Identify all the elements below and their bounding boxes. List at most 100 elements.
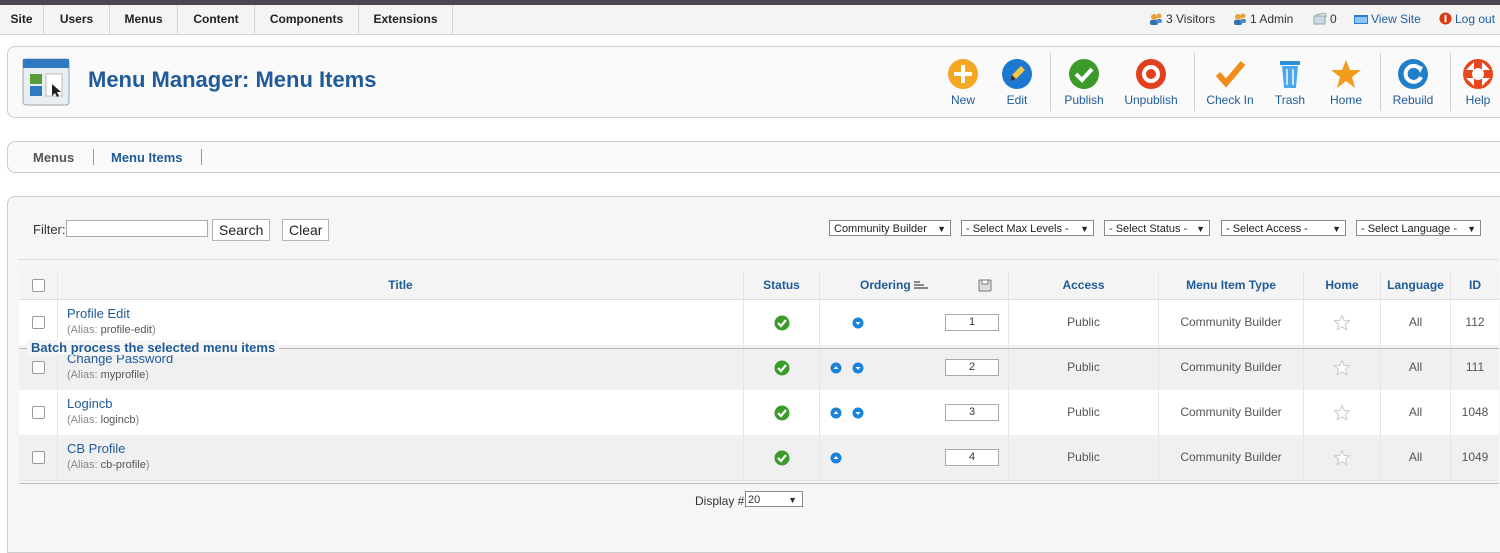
trash-icon: [1280, 61, 1300, 88]
logout-icon: [1439, 12, 1452, 25]
checkin-button[interactable]: Check In: [1204, 57, 1256, 109]
item-alias: (Alias: logincb): [67, 414, 140, 426]
tab-divider: [201, 149, 202, 165]
home-button[interactable]: Home: [1326, 57, 1366, 109]
published-icon[interactable]: [774, 315, 790, 331]
new-button[interactable]: New: [942, 57, 984, 109]
menu-extensions[interactable]: Extensions: [359, 5, 453, 34]
item-title-link[interactable]: Profile Edit: [67, 306, 743, 321]
checkmark-icon: [1215, 61, 1246, 88]
menu-components[interactable]: Components: [255, 5, 359, 34]
col-access[interactable]: Access: [1009, 271, 1159, 299]
star-icon: [1331, 60, 1361, 88]
page-title: Menu Manager: Menu Items: [88, 67, 377, 92]
toolbar-divider: [1194, 53, 1195, 111]
menu-content[interactable]: Content: [178, 5, 255, 34]
menu-menus[interactable]: Menus: [110, 5, 178, 34]
display-limit-select[interactable]: 20 ▼: [745, 491, 803, 507]
status-area: 3 Visitors 1 Admin 0 View Site Log out: [1140, 5, 1500, 34]
logout-link[interactable]: Log out: [1439, 5, 1495, 34]
dropdown-arrow-icon: ▼: [1332, 224, 1341, 234]
batch-fieldset: Batch process the selected menu items: [19, 340, 1499, 369]
tab-divider: [93, 149, 94, 165]
clear-button[interactable]: Clear: [282, 219, 330, 241]
table-header: Title Status Ordering Access Menu Item T…: [19, 271, 1499, 300]
col-language[interactable]: Language: [1381, 271, 1451, 299]
save-order-icon[interactable]: [978, 279, 992, 292]
menu-site[interactable]: Site: [0, 5, 44, 34]
col-id[interactable]: ID: [1451, 271, 1499, 299]
col-home[interactable]: Home: [1304, 271, 1381, 299]
filter-search-input[interactable]: [66, 220, 208, 237]
dropdown-arrow-icon: ▼: [1467, 224, 1476, 234]
menu-users[interactable]: Users: [44, 5, 110, 34]
submenu-tabs: Menus Menu Items: [7, 141, 1500, 173]
visitors-icon: [1150, 13, 1162, 25]
tab-menu-items[interactable]: Menu Items: [111, 150, 183, 165]
item-access: Public: [1009, 390, 1159, 435]
col-menu-item-type[interactable]: Menu Item Type: [1159, 271, 1304, 299]
help-button[interactable]: Help: [1458, 57, 1498, 109]
table-row: Logincb (Alias: logincb) 3 Public Commun…: [19, 390, 1499, 436]
item-title-link[interactable]: Logincb: [67, 396, 743, 411]
view-site-link[interactable]: View Site: [1354, 5, 1421, 34]
publish-button[interactable]: Publish: [1061, 57, 1107, 109]
published-icon[interactable]: [774, 450, 790, 466]
display-label: Display #: [695, 494, 745, 508]
col-ordering[interactable]: Ordering: [820, 271, 1009, 299]
pagination: Display # 20 ▼: [19, 483, 1499, 518]
move-up-icon[interactable]: [830, 452, 842, 464]
published-icon[interactable]: [774, 405, 790, 421]
tab-menus[interactable]: Menus: [33, 150, 74, 165]
item-id: 1049: [1461, 450, 1489, 464]
view-site-icon: [1354, 15, 1368, 24]
refresh-icon: [1398, 59, 1428, 89]
item-id: 112: [1465, 315, 1485, 329]
unpublish-icon: [1136, 59, 1166, 89]
home-star-icon[interactable]: [1333, 449, 1351, 467]
lifebuoy-icon: [1463, 59, 1493, 89]
row-checkbox[interactable]: [31, 451, 45, 464]
order-input[interactable]: 3: [945, 404, 999, 421]
pencil-icon: [1002, 59, 1032, 89]
item-alias: (Alias: cb-profile): [67, 459, 150, 471]
menu-manager-icon: [22, 58, 70, 106]
menu-select[interactable]: Community Builder ▼: [829, 220, 951, 236]
access-select[interactable]: - Select Access - ▼: [1221, 220, 1346, 236]
col-title[interactable]: Title: [58, 271, 744, 299]
batch-legend: Batch process the selected menu items: [27, 340, 280, 355]
home-star-icon[interactable]: [1333, 404, 1351, 422]
rebuild-button[interactable]: Rebuild: [1388, 57, 1438, 109]
select-all-checkbox[interactable]: [31, 279, 45, 292]
dropdown-arrow-icon: ▼: [788, 495, 797, 505]
item-type: Community Builder: [1159, 300, 1304, 345]
move-up-icon[interactable]: [830, 407, 842, 419]
dropdown-arrow-icon: ▼: [937, 224, 946, 234]
trash-button[interactable]: Trash: [1270, 57, 1310, 109]
order-input[interactable]: 4: [945, 449, 999, 466]
row-checkbox[interactable]: [31, 406, 45, 419]
toolbar-divider: [1050, 53, 1051, 111]
filter-label: Filter:: [33, 222, 66, 237]
edit-button[interactable]: Edit: [996, 57, 1038, 109]
admin-menubar: Site Users Menus Content Components Exte…: [0, 5, 1500, 35]
toolbar-divider: [1450, 53, 1451, 111]
language-select[interactable]: - Select Language - ▼: [1356, 220, 1481, 236]
order-input[interactable]: 1: [945, 314, 999, 331]
col-status[interactable]: Status: [744, 271, 820, 299]
messages-status[interactable]: 0: [1313, 5, 1337, 34]
table-row: CB Profile (Alias: cb-profile) 4 Public …: [19, 435, 1499, 481]
admins-icon: [1234, 13, 1246, 25]
move-down-icon[interactable]: [852, 407, 864, 419]
search-button[interactable]: Search: [212, 219, 271, 241]
status-select[interactable]: - Select Status - ▼: [1104, 220, 1210, 236]
item-language: All: [1381, 300, 1451, 345]
max-levels-select[interactable]: - Select Max Levels - ▼: [961, 220, 1094, 236]
unpublish-button[interactable]: Unpublish: [1120, 57, 1182, 109]
item-title-link[interactable]: CB Profile: [67, 441, 743, 456]
item-access: Public: [1009, 435, 1159, 480]
item-language: All: [1381, 435, 1451, 480]
row-checkbox[interactable]: [31, 316, 45, 329]
home-star-icon[interactable]: [1333, 314, 1351, 332]
move-down-icon[interactable]: [852, 317, 864, 329]
